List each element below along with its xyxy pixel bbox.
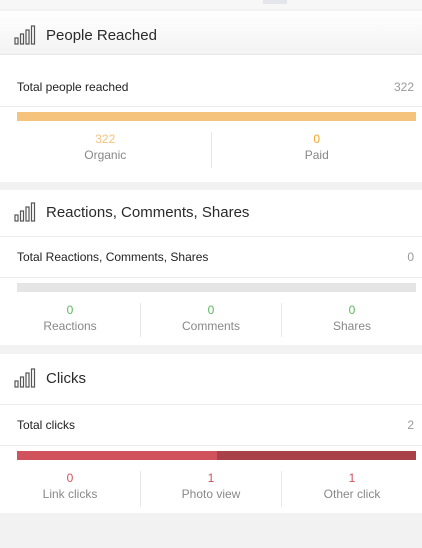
reach-bar [17,112,416,121]
other-click-cell[interactable]: 1 Other click [281,471,422,507]
card-title: Reactions, Comments, Shares [46,203,250,221]
link-clicks-cell[interactable]: 0 Link clicks [0,471,140,507]
total-row: Total Reactions, Comments, Shares 0 [0,236,422,278]
reactions-cell[interactable]: 0 Reactions [0,303,140,337]
reach-breakdown: 322 Organic 0 Paid [0,132,422,168]
top-strip [0,0,422,9]
clicks-card: Clicks Total clicks 2 0 Link clicks 1 Ph… [0,354,422,513]
reactions-breakdown: 0 Reactions 0 Comments 0 Shares [0,303,422,337]
organic-label: Organic [84,148,127,162]
reactions-label: Reactions [43,319,97,333]
photo-view-label: Photo view [181,487,241,501]
tab-indicator [263,0,287,4]
other-click-value: 1 [348,471,356,485]
total-row: Total clicks 2 [0,404,422,446]
link-clicks-label: Link clicks [42,487,98,501]
clicks-breakdown: 0 Link clicks 1 Photo view 1 Other click [0,471,422,507]
shares-label: Shares [332,319,372,333]
organic-value: 322 [95,132,116,146]
reactions-card: Reactions, Comments, Shares Total Reacti… [0,190,422,345]
total-row: Total people reached 322 [0,66,422,107]
other-click-segment [216,451,416,460]
card-header: People Reached [0,11,422,55]
paid-value: 0 [313,132,321,146]
comments-label: Comments [181,319,240,333]
bar-chart-icon [14,202,36,222]
total-value: 322 [393,80,414,94]
clicks-bar [17,451,416,460]
bar-chart-icon [14,25,36,45]
shares-value: 0 [348,303,356,317]
photo-view-value: 1 [207,471,215,485]
people-reached-card: People Reached Total people reached 322 … [0,11,422,182]
comments-value: 0 [207,303,215,317]
paid-label: Paid [304,148,329,162]
photo-view-cell[interactable]: 1 Photo view [140,471,281,507]
bar-chart-icon [14,368,36,388]
reactions-value: 0 [66,303,74,317]
comments-cell[interactable]: 0 Comments [140,303,281,337]
total-value: 0 [407,250,414,264]
card-header: Reactions, Comments, Shares [0,190,422,233]
shares-cell[interactable]: 0 Shares [281,303,422,337]
total-label: Total clicks [17,418,76,432]
total-label: Total people reached [17,80,129,94]
card-title: Clicks [46,369,86,387]
link-clicks-value: 0 [66,471,74,485]
photo-view-segment [17,451,217,460]
paid-cell[interactable]: 0 Paid [210,132,422,168]
total-value: 2 [407,418,414,432]
card-header: Clicks [0,354,422,397]
organic-segment [17,112,416,121]
reactions-bar [17,283,416,292]
other-click-label: Other click [323,487,381,501]
total-label: Total Reactions, Comments, Shares [17,250,209,264]
card-title: People Reached [46,26,157,44]
organic-cell[interactable]: 322 Organic [0,132,211,168]
